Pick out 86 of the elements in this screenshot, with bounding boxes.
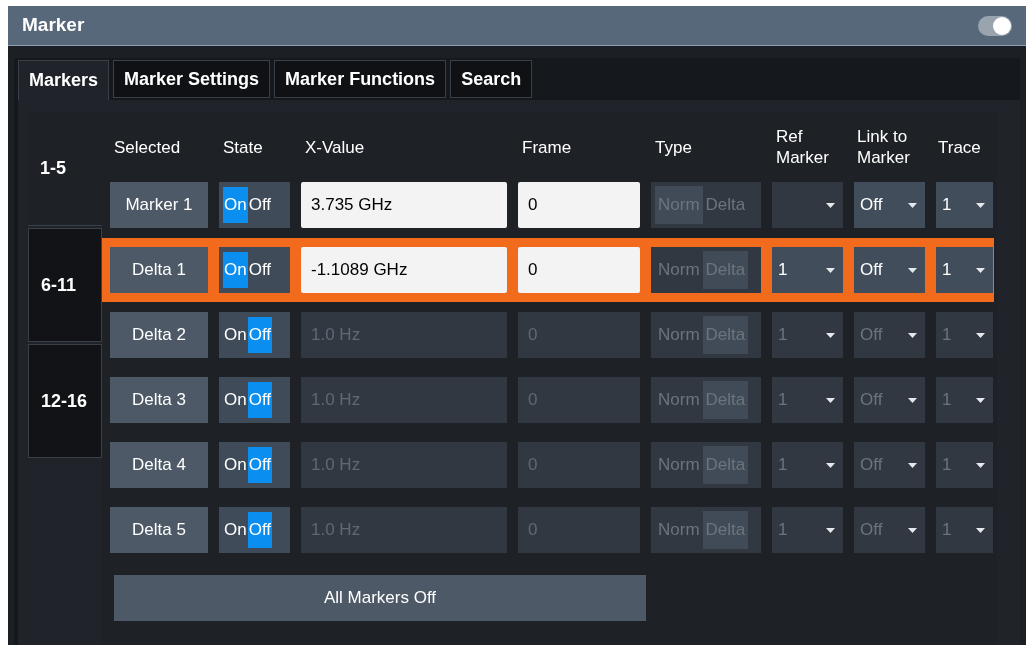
column-header: Frame: [521, 136, 573, 158]
toggle-option[interactable]: Norm: [655, 511, 703, 549]
marker-button[interactable]: Delta 3: [110, 377, 208, 423]
toggle-option[interactable]: On: [223, 447, 248, 483]
caret-icon: [976, 462, 985, 468]
caret-icon: [908, 462, 917, 468]
column-header: Ref Marker: [775, 126, 830, 168]
marker-button[interactable]: Delta 5: [110, 507, 208, 553]
caret-icon: [976, 397, 985, 403]
caret-icon: [826, 267, 835, 273]
dropdown[interactable]: 1: [772, 442, 843, 488]
toggle-option[interactable]: Norm: [655, 381, 703, 419]
caret-icon: [908, 397, 917, 403]
column-header: Link to Marker: [856, 126, 911, 168]
caret-icon: [976, 527, 985, 533]
dropdown[interactable]: 1: [936, 182, 993, 228]
on-off-toggle[interactable]: OnOff: [219, 312, 290, 358]
toggle-option[interactable]: Off: [247, 317, 273, 353]
toggle-option[interactable]: Off: [247, 252, 273, 288]
x-value-field[interactable]: -1.1089 GHz: [301, 247, 507, 293]
caret-icon: [826, 462, 835, 468]
toggle-option[interactable]: On: [223, 252, 248, 288]
dropdown[interactable]: 1: [772, 312, 843, 358]
column-header: X-Value: [304, 136, 366, 158]
toggle-switch[interactable]: [978, 15, 1012, 36]
column-header: State: [222, 136, 264, 158]
dropdown[interactable]: Off: [854, 442, 925, 488]
all-markers-off-button[interactable]: All Markers Off: [114, 575, 646, 621]
dropdown[interactable]: 1: [936, 442, 993, 488]
caret-icon: [826, 332, 835, 338]
tab[interactable]: Markers: [18, 60, 110, 100]
column-header: Type: [654, 136, 693, 158]
toggle-option[interactable]: Off: [247, 382, 273, 418]
dropdown[interactable]: 1: [936, 247, 993, 293]
toggle-option[interactable]: Norm: [655, 251, 703, 289]
marker-button[interactable]: Delta 2: [110, 312, 208, 358]
caret-icon: [826, 527, 835, 533]
range-tab[interactable]: 6-11: [28, 228, 102, 342]
dropdown[interactable]: Off: [854, 247, 925, 293]
dropdown[interactable]: Off: [854, 312, 925, 358]
caret-icon: [908, 332, 917, 338]
toggle-option[interactable]: Off: [247, 187, 273, 223]
caret-icon: [976, 202, 985, 208]
marker-button[interactable]: Delta 1: [110, 247, 208, 293]
tab[interactable]: Marker Settings: [113, 60, 271, 98]
on-off-toggle[interactable]: OnOff: [219, 182, 290, 228]
on-off-toggle[interactable]: OnOff: [219, 247, 290, 293]
dropdown[interactable]: 1: [936, 507, 993, 553]
on-off-toggle[interactable]: OnOff: [219, 377, 290, 423]
toggle-option[interactable]: On: [223, 512, 248, 548]
toggle-option[interactable]: Norm: [655, 446, 703, 484]
toggle-option[interactable]: Off: [247, 512, 273, 548]
marker-button[interactable]: Marker 1: [110, 182, 208, 228]
on-off-toggle[interactable]: OnOff: [219, 442, 290, 488]
toggle-option[interactable]: On: [223, 317, 248, 353]
toggle-option[interactable]: Norm: [655, 316, 703, 354]
caret-icon: [826, 397, 835, 403]
column-header: Trace: [937, 136, 982, 158]
caret-icon: [826, 202, 835, 208]
window-title: Marker: [22, 13, 85, 38]
toggle-option[interactable]: On: [223, 187, 248, 223]
toggle-option[interactable]: On: [223, 382, 248, 418]
frame-field[interactable]: 0: [518, 182, 640, 228]
caret-icon: [976, 267, 985, 273]
caret-icon: [908, 202, 917, 208]
marker-button[interactable]: Delta 4: [110, 442, 208, 488]
toggle-option[interactable]: Delta: [702, 186, 749, 224]
range-tab[interactable]: 12-16: [28, 344, 102, 458]
tab[interactable]: Search: [450, 60, 533, 98]
dropdown[interactable]: Off: [854, 507, 925, 553]
caret-icon: [908, 527, 917, 533]
dropdown[interactable]: 1: [772, 247, 843, 293]
tab[interactable]: Marker Functions: [274, 60, 447, 98]
x-value-field[interactable]: 3.735 GHz: [301, 182, 507, 228]
caret-icon: [908, 267, 917, 273]
dropdown[interactable]: 1: [772, 377, 843, 423]
dropdown[interactable]: Off: [854, 182, 925, 228]
dropdown[interactable]: 1: [772, 507, 843, 553]
column-header: Selected: [113, 136, 182, 158]
dropdown[interactable]: 1: [936, 312, 993, 358]
toggle-option[interactable]: Off: [247, 447, 273, 483]
on-off-toggle[interactable]: OnOff: [219, 507, 290, 553]
dropdown[interactable]: Off: [854, 377, 925, 423]
frame-field[interactable]: 0: [518, 247, 640, 293]
caret-icon: [976, 332, 985, 338]
dropdown[interactable]: 1: [936, 377, 993, 423]
